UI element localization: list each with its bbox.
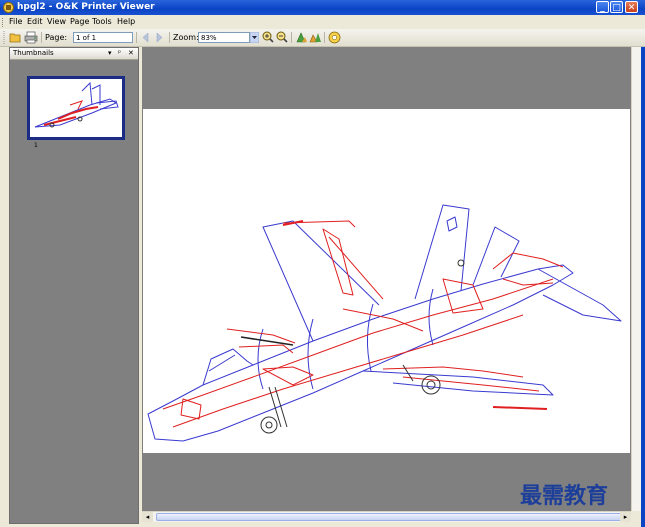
title-bar: hpgl2 - O&K Printer Viewer _ □ ✕ bbox=[0, 0, 645, 15]
pane-menu-icon[interactable]: ▾ bbox=[108, 48, 112, 59]
close-button[interactable]: ✕ bbox=[625, 1, 638, 13]
zoom-in-icon[interactable] bbox=[262, 31, 274, 44]
toolbar-separator bbox=[324, 32, 325, 43]
rotate-right-icon[interactable] bbox=[309, 31, 322, 44]
menu-grip bbox=[2, 18, 5, 27]
thumbnails-pane: Thumbnails ▾ ᵖ ✕ 1 bbox=[9, 47, 139, 524]
print-icon[interactable] bbox=[24, 31, 38, 44]
menu-bar: File Edit View Page Tools Help bbox=[0, 15, 645, 29]
vertical-scrollbar[interactable] bbox=[631, 47, 641, 511]
toolbar-grip bbox=[3, 31, 5, 44]
scroll-right-icon[interactable]: ▸ bbox=[620, 512, 631, 522]
window-right-border bbox=[641, 15, 645, 527]
toolbar-separator bbox=[136, 32, 137, 43]
toolbar-separator bbox=[291, 32, 292, 43]
thumbnail-page-number: 1 bbox=[34, 142, 38, 149]
menu-help[interactable]: Help bbox=[117, 15, 135, 29]
thumbnails-title: Thumbnails bbox=[13, 49, 54, 57]
scroll-left-icon[interactable]: ◂ bbox=[142, 512, 153, 522]
help-icon[interactable] bbox=[328, 31, 341, 44]
rotate-left-icon[interactable] bbox=[295, 31, 308, 44]
minimize-button[interactable]: _ bbox=[596, 1, 609, 13]
thumbnails-header: Thumbnails ▾ ᵖ ✕ bbox=[10, 48, 138, 60]
horizontal-scroll-thumb[interactable] bbox=[156, 513, 622, 521]
horizontal-scrollbar[interactable]: ◂ ▸ bbox=[142, 511, 631, 522]
zoom-out-icon[interactable] bbox=[276, 31, 288, 44]
zoom-label: Zoom: bbox=[173, 33, 199, 42]
next-page-icon[interactable] bbox=[154, 32, 165, 43]
watermark-text: 最需教育 bbox=[520, 483, 609, 509]
pane-close-icon[interactable]: ✕ bbox=[128, 48, 134, 59]
toolbar-separator bbox=[41, 32, 42, 43]
menu-view[interactable]: View bbox=[47, 15, 66, 29]
toolbar: Page: 1 of 1 Zoom: 83% bbox=[0, 29, 645, 47]
page-field[interactable]: 1 of 1 bbox=[73, 32, 133, 43]
document-page[interactable] bbox=[143, 109, 630, 453]
prev-page-icon[interactable] bbox=[140, 32, 151, 43]
page-label: Page: bbox=[45, 33, 68, 42]
app-printer-icon bbox=[3, 2, 14, 13]
thumbnail-drawing bbox=[34, 81, 119, 128]
toolbar-separator bbox=[169, 32, 170, 43]
jet-drawing bbox=[147, 204, 622, 442]
pane-pin-icon[interactable]: ᵖ bbox=[118, 48, 121, 59]
window-left-border bbox=[0, 15, 3, 527]
open-icon[interactable] bbox=[9, 31, 22, 44]
menu-page[interactable]: Page bbox=[70, 15, 89, 29]
thumbnail-page-1[interactable] bbox=[27, 76, 125, 140]
menu-file[interactable]: File bbox=[9, 15, 22, 29]
menu-tools[interactable]: Tools bbox=[92, 15, 112, 29]
zoom-dropdown-icon[interactable] bbox=[250, 32, 259, 43]
maximize-button[interactable]: □ bbox=[610, 1, 623, 13]
window-title: hpgl2 - O&K Printer Viewer bbox=[17, 2, 155, 12]
menu-edit[interactable]: Edit bbox=[27, 15, 43, 29]
zoom-field[interactable]: 83% bbox=[198, 32, 250, 43]
